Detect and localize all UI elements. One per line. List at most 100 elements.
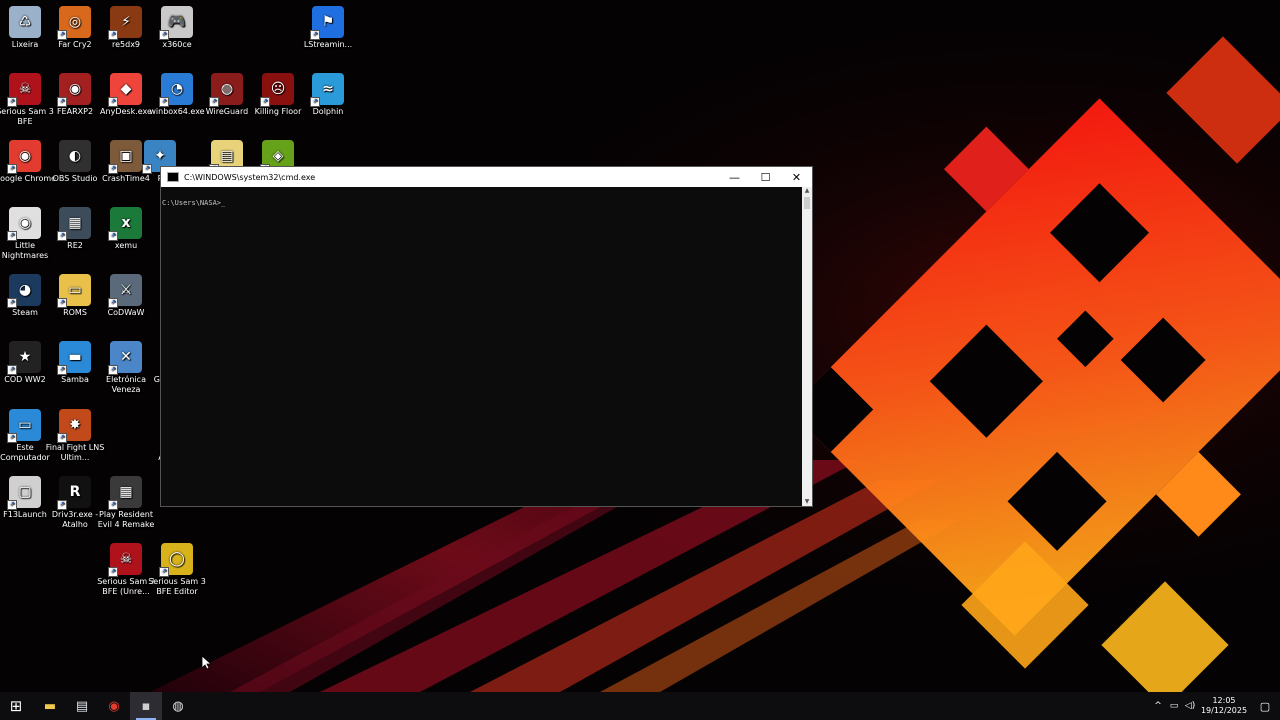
windows-logo-icon: ⊞ [9, 697, 23, 715]
dolphin-icon: ≈ ↗ [310, 73, 344, 107]
taskbar-file-explorer-button[interactable]: ▬ [34, 692, 66, 720]
close-button[interactable]: ✕ [781, 167, 812, 187]
desktop-icon-label: Serious Sam 3 BFE Editor [148, 577, 206, 596]
shortcut-arrow-icon: ↗ [57, 500, 67, 510]
tools-icon: ✕ ↗ [108, 341, 142, 375]
mouse-cursor-icon [202, 656, 212, 670]
clock[interactable]: 12:05 19/12/2025 [1198, 696, 1250, 716]
cmd-console[interactable]: C:\Users\NASA>_ [161, 187, 802, 506]
shortcut-arrow-icon: ↗ [108, 30, 118, 40]
anydesk-icon: ◆ ↗ [108, 73, 142, 107]
serious-sam-icon: ☠ ↗ [7, 73, 41, 107]
taskbar-wireguard-button[interactable]: ◍ [162, 692, 194, 720]
shortcut-arrow-icon: ↗ [108, 365, 118, 375]
desktop-icon[interactable]: ▦ ↗ Play Resident Evil 4 Remake [94, 476, 158, 530]
shortcut-arrow-icon: ↗ [7, 500, 17, 510]
desktop-icon[interactable]: x ↗ xemu [94, 207, 158, 251]
desktop-icon-label: Dolphin [312, 107, 344, 116]
shortcut-arrow-icon: ↗ [7, 298, 17, 308]
desktop-icon[interactable]: ⚔ ↗ CoDWaW [94, 274, 158, 318]
shortcut-arrow-icon: ↗ [108, 298, 118, 308]
desktop-icon-label: CoDWaW [107, 308, 145, 317]
cmd-title: C:\WINDOWS\system32\cmd.exe [184, 172, 316, 182]
scroll-up-icon[interactable]: ▲ [802, 187, 812, 195]
chrome-icon: ◉ ↗ [7, 140, 41, 174]
network-icon[interactable]: ▭ [1166, 701, 1182, 711]
steam-icon: ◕ ↗ [7, 274, 41, 308]
serious-sam-unrestricted-icon: ☠ ↗ [108, 543, 142, 577]
shortcut-arrow-icon: ↗ [57, 365, 67, 375]
farcry-icon: ◎ ↗ [57, 6, 91, 40]
clock-date: 19/12/2025 [1200, 706, 1248, 715]
cmd-window-icon [167, 172, 179, 182]
maximize-button[interactable]: ☐ [750, 167, 781, 187]
samba-icon: ▬ ↗ [57, 341, 91, 375]
notifications-icon[interactable]: ▢ [1250, 700, 1280, 713]
codww2-icon: ★ ↗ [7, 341, 41, 375]
shortcut-arrow-icon: ↗ [159, 30, 169, 40]
taskbar-cmd-button[interactable]: ▪ [130, 692, 162, 720]
minimize-button[interactable]: — [719, 167, 750, 187]
shortcut-arrow-icon: ↗ [7, 97, 17, 107]
driv3r-icon: R ↗ [57, 476, 91, 510]
fear-icon: ◉ ↗ [57, 73, 91, 107]
shortcut-arrow-icon: ↗ [57, 97, 67, 107]
scroll-down-icon[interactable]: ▼ [802, 498, 812, 506]
desktop-icon[interactable]: ⚑ ↗ LStreamin... [296, 6, 360, 50]
taskbar-chrome-button[interactable]: ◉ [98, 692, 130, 720]
shortcut-arrow-icon: ↗ [108, 500, 118, 510]
shortcut-arrow-icon: ↗ [260, 97, 270, 107]
desktop-icon[interactable]: ◯ ↗ Serious Sam 3 BFE Editor [145, 543, 209, 597]
computer-icon: ▭ ↗ [7, 409, 41, 443]
little-nightmares-icon: ◉ ↗ [7, 207, 41, 241]
cmd-titlebar[interactable]: C:\WINDOWS\system32\cmd.exe — ☐ ✕ [161, 167, 812, 187]
shortcut-arrow-icon: ↗ [209, 97, 219, 107]
codwaw-icon: ⚔ ↗ [108, 274, 142, 308]
taskbar-notepad-button[interactable]: ▤ [66, 692, 98, 720]
shortcut-arrow-icon: ↗ [159, 567, 169, 577]
desktop-icon-label: Eletrónica Veneza [106, 375, 146, 394]
desktop-icon[interactable]: 🎮 ↗ x360ce [145, 6, 209, 50]
cmd-scrollbar[interactable]: ▲ ▼ [802, 187, 812, 506]
scroll-thumb[interactable] [804, 197, 810, 209]
shortcut-arrow-icon: ↗ [57, 298, 67, 308]
shortcut-arrow-icon: ↗ [7, 365, 17, 375]
shortcut-arrow-icon: ↗ [57, 231, 67, 241]
final-fight-icon: ✸ ↗ [57, 409, 91, 443]
desktop-icon-label: Final Fight LNS Ultim... [45, 443, 105, 462]
tray-chevron-icon[interactable]: ^ [1150, 701, 1166, 711]
desktop-icon-label: xemu [114, 241, 138, 250]
desktop-icon[interactable]: ≈ ↗ Dolphin [296, 73, 360, 117]
desktop-icon[interactable]: ✸ ↗ Final Fight LNS Ultim... [43, 409, 107, 463]
desktop-icon-label: x360ce [162, 40, 192, 49]
re4-icon: ▦ ↗ [108, 476, 142, 510]
shortcut-arrow-icon: ↗ [7, 231, 17, 241]
re2-icon: ▦ ↗ [57, 207, 91, 241]
serious-sam-editor-icon: ◯ ↗ [159, 543, 193, 577]
f13-icon: ▢ ↗ [7, 476, 41, 510]
start-button[interactable]: ⊞ [0, 692, 32, 720]
clock-time: 12:05 [1212, 696, 1236, 705]
shortcut-arrow-icon: ↗ [159, 97, 169, 107]
cmd-window[interactable]: C:\WINDOWS\system32\cmd.exe — ☐ ✕ C:\Use… [160, 166, 813, 507]
shortcut-arrow-icon: ↗ [108, 567, 118, 577]
cmd-prompt: C:\Users\NASA>_ [162, 199, 226, 207]
shortcut-arrow-icon: ↗ [7, 433, 17, 443]
killing-floor-icon: ☹ ↗ [260, 73, 294, 107]
shortcut-arrow-icon: ↗ [57, 30, 67, 40]
shortcut-arrow-icon: ↗ [142, 164, 152, 174]
taskbar: ⊞ ▬ ▤ ◉ ▪ ◍ ^ ▭ ◁) 12:05 19/12/2025 ▢ [0, 692, 1280, 720]
file-explorer-icon: ▬ [43, 698, 57, 714]
desktop-icon[interactable]: ✕ ↗ Eletrónica Veneza [94, 341, 158, 395]
volume-icon[interactable]: ◁) [1182, 701, 1198, 711]
shortcut-arrow-icon: ↗ [7, 164, 17, 174]
wireguard-icon: ◍ [172, 698, 184, 714]
obs-icon: ◐ [59, 140, 91, 172]
system-tray: ^ ▭ ◁) 12:05 19/12/2025 ▢ [1150, 692, 1280, 720]
cmd-icon: ▪ [141, 698, 151, 714]
desktop-icon-label: Play Resident Evil 4 Remake [97, 510, 155, 529]
shortcut-arrow-icon: ↗ [310, 97, 320, 107]
xemu-icon: x ↗ [108, 207, 142, 241]
shortcut-arrow-icon: ↗ [310, 30, 320, 40]
folder-icon: ▭ ↗ [57, 274, 91, 308]
